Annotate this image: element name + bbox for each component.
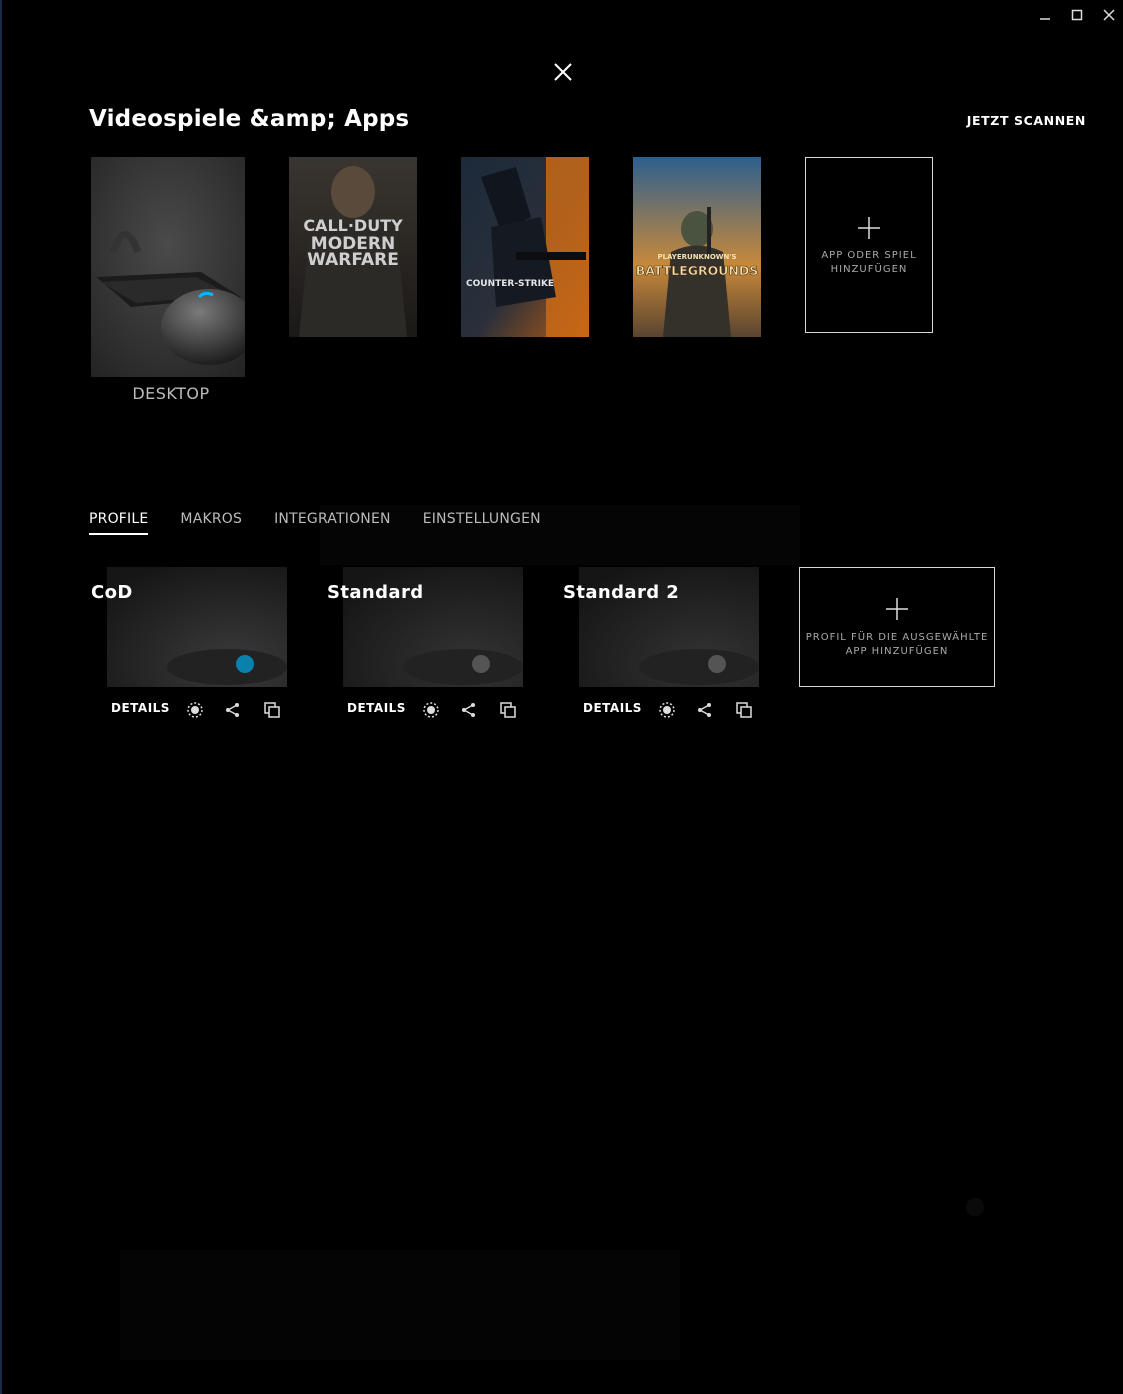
desktop-artwork — [91, 157, 245, 377]
duplicate-icon[interactable] — [735, 701, 753, 719]
pubg-artwork: PLAYERUNKNOWN'S BATTLEGROUNDS — [633, 157, 761, 337]
game-tile-desktop[interactable] — [91, 157, 245, 377]
minimize-icon[interactable] — [1030, 4, 1060, 26]
share-icon[interactable] — [460, 701, 478, 719]
plus-icon — [858, 217, 880, 239]
details-button[interactable]: DETAILS — [583, 701, 642, 715]
share-icon[interactable] — [696, 701, 714, 719]
profile-name: Standard — [327, 582, 424, 603]
duplicate-icon[interactable] — [263, 701, 281, 719]
plus-icon — [886, 598, 908, 620]
game-tile-pubg[interactable]: PLAYERUNKNOWN'S BATTLEGROUNDS — [633, 157, 761, 337]
add-profile-button[interactable]: PROFIL FÜR DIE AUSGEWÄHLTE APP HINZUFÜGE… — [799, 567, 995, 687]
details-button[interactable]: DETAILS — [111, 701, 170, 715]
cod-artwork: CALL·DUTY MODERN WARFARE — [289, 157, 417, 337]
game-tile-call-of-duty[interactable]: CALL·DUTY MODERN WARFARE — [289, 157, 417, 337]
tab-einstellungen[interactable]: EINSTELLUNGEN — [423, 511, 541, 535]
maximize-icon[interactable] — [1062, 4, 1092, 26]
cod-line-3: WARFARE — [307, 250, 399, 270]
add-app-button[interactable]: APP ODER SPIEL HINZUFÜGEN — [805, 157, 933, 333]
pubg-main-text: BATTLEGROUNDS — [636, 263, 759, 278]
profile-card-standard: Standard DETAILS — [327, 567, 563, 727]
tab-integrationen[interactable]: INTEGRATIONEN — [274, 511, 391, 535]
profile-card-standard-2: Standard 2 DETAILS — [563, 567, 799, 727]
cod-line-1: CALL·DUTY — [303, 216, 403, 235]
close-x-icon[interactable] — [546, 55, 580, 89]
duplicate-icon[interactable] — [499, 701, 517, 719]
close-icon[interactable] — [1094, 4, 1123, 26]
share-icon[interactable] — [224, 701, 242, 719]
add-profile-label-1: PROFIL FÜR DIE AUSGEWÄHLTE — [805, 632, 989, 643]
window-left-edge — [0, 0, 2, 1394]
profile-card-cod: CoD DETAILS — [91, 567, 327, 727]
lighting-sync-icon[interactable] — [658, 701, 676, 719]
lighting-sync-icon[interactable] — [186, 701, 204, 719]
profile-name: Standard 2 — [563, 582, 680, 603]
add-app-label-1: APP ODER SPIEL — [821, 250, 917, 261]
page-title: Videospiele &amp; Apps — [89, 106, 410, 132]
tab-profile[interactable]: PROFILE — [89, 511, 149, 535]
lighting-sync-icon[interactable] — [422, 701, 440, 719]
details-button[interactable]: DETAILS — [347, 701, 406, 715]
section-tabs: PROFILE MAKROS INTEGRATIONEN EINSTELLUNG… — [89, 511, 573, 535]
profile-thumbnail[interactable] — [107, 567, 287, 687]
scan-now-button[interactable]: JETZT SCANNEN — [967, 113, 1086, 128]
pubg-top-text: PLAYERUNKNOWN'S — [657, 253, 736, 261]
tab-makros[interactable]: MAKROS — [180, 511, 242, 535]
add-profile-label-2: APP HINZUFÜGEN — [845, 646, 949, 657]
game-tile-counter-strike[interactable]: COUNTER-STRIKE — [461, 157, 589, 337]
desktop-label: DESKTOP — [132, 384, 210, 403]
csgo-artwork: COUNTER-STRIKE — [461, 157, 589, 337]
add-app-label-2: HINZUFÜGEN — [830, 264, 908, 275]
profile-name: CoD — [91, 582, 133, 603]
csgo-logo-text: COUNTER-STRIKE — [466, 279, 554, 289]
